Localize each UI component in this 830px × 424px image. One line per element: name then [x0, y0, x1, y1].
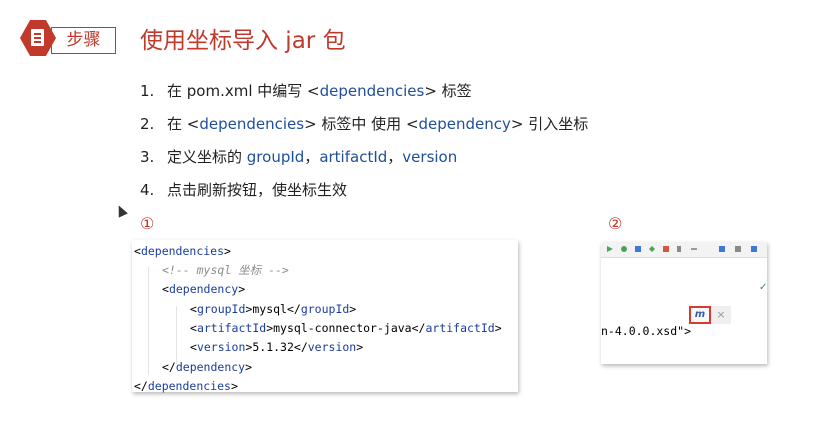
step-item-3: 3. 定义坐标的 groupId，artifactId，version — [140, 148, 458, 166]
ide-code-line: n-4.0.0.xsd"> — [601, 324, 692, 338]
code-line-4: <groupId>mysql</groupId> — [190, 302, 357, 316]
ide-snippet: ✓ n-4.0.0.xsd"> m × — [601, 242, 767, 364]
code-line-7: </dependency> — [162, 360, 253, 374]
coverage-icon[interactable] — [635, 246, 641, 252]
close-icon[interactable]: × — [711, 306, 731, 324]
code-line-1: <dependencies> — [134, 244, 231, 258]
code-line-8: </dependencies> — [134, 379, 238, 393]
code-line-6: <version>5.1.32</version> — [190, 340, 364, 354]
marker-one: ① — [140, 214, 155, 233]
indent-guide — [176, 306, 177, 364]
structure-icon[interactable] — [719, 246, 725, 252]
run-icon[interactable] — [607, 246, 613, 252]
more-icon[interactable] — [677, 246, 681, 252]
maven-reload-icon[interactable]: m — [689, 306, 711, 324]
mouse-cursor-icon — [114, 203, 128, 218]
page-title: 使用坐标导入 jar 包 — [140, 28, 346, 54]
step-list: 1. 在 pom.xml 中编写 <dependencies> 标签 2. 在 <d… — [140, 80, 588, 212]
separator-icon — [691, 248, 697, 250]
step-item-2: 2. 在 <dependencies> 标签中 使用 <dependency> 引… — [140, 115, 589, 133]
check-icon: ✓ — [759, 282, 767, 293]
debug-icon[interactable] — [621, 246, 627, 252]
search-icon[interactable] — [751, 246, 757, 252]
step-item-1: 1. 在 pom.xml 中编写 <dependencies> 标签 — [140, 82, 472, 100]
code-line-3: <dependency> — [162, 282, 246, 296]
code-line-2: <!-- mysql 坐标 --> — [162, 263, 289, 277]
step-item-4: 4. 点击刷新按钮，使坐标生效 — [140, 181, 348, 199]
step-label: 步骤 — [51, 27, 116, 54]
pom-code-panel: <dependencies> <!-- mysql 坐标 --> <depend… — [132, 240, 518, 393]
code-line-5: <artifactId>mysql-connector-java</artifa… — [190, 321, 502, 335]
stop-icon[interactable] — [663, 246, 669, 252]
ide-toolbar — [601, 242, 767, 258]
profile-icon[interactable] — [649, 246, 655, 252]
marker-two: ② — [608, 214, 623, 233]
settings-icon[interactable] — [735, 246, 741, 252]
indent-guide — [148, 267, 149, 375]
